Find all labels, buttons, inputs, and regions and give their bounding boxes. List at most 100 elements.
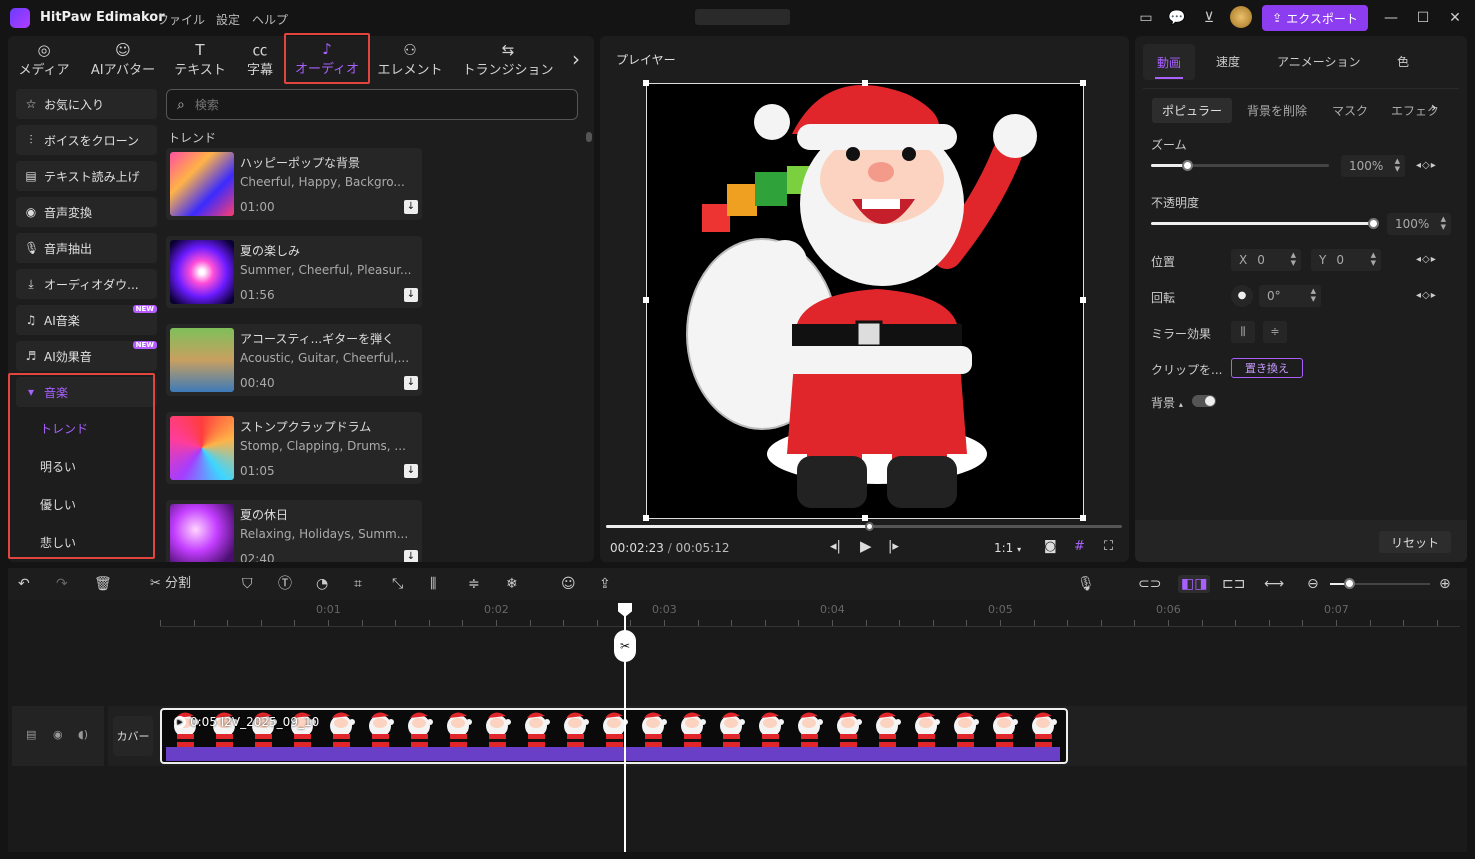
- resize-handle[interactable]: [643, 515, 649, 521]
- replace-button[interactable]: 置き換え: [1231, 358, 1303, 378]
- search-input[interactable]: [194, 97, 555, 112]
- tab-subtitle[interactable]: ㏄字幕: [242, 36, 278, 82]
- grid-icon[interactable]: #: [1074, 539, 1085, 554]
- menu-help[interactable]: ヘルプ: [252, 11, 288, 28]
- feedback-icon[interactable]: 💬: [1167, 8, 1187, 28]
- rotation-dial-icon[interactable]: ●: [1231, 285, 1253, 307]
- resize-handle[interactable]: [1080, 297, 1086, 303]
- tabs-next-icon[interactable]: ›: [564, 36, 588, 82]
- tab-speed[interactable]: 速度: [1216, 53, 1240, 70]
- fullscreen-icon[interactable]: ⛶: [1104, 539, 1113, 554]
- snapshot-icon[interactable]: ◙: [1044, 539, 1057, 554]
- mirror-horizontal-icon[interactable]: ⫼: [1231, 321, 1255, 343]
- download-icon[interactable]: ↓: [404, 550, 418, 562]
- snap-icon[interactable]: ◧◨: [1178, 575, 1211, 593]
- subtab-remove-bg[interactable]: 背景を削除: [1247, 102, 1307, 119]
- tab-animation[interactable]: アニメーション: [1277, 53, 1361, 70]
- resize-handle[interactable]: [862, 80, 868, 86]
- mirror-icon[interactable]: ⫼: [430, 575, 436, 593]
- split-button[interactable]: ✂ 分割: [150, 575, 191, 593]
- timeline-zoom-knob[interactable]: [1344, 578, 1355, 589]
- shield-icon[interactable]: ⛉: [242, 575, 253, 593]
- track-visibility-icon[interactable]: ◉: [53, 728, 63, 741]
- progress-knob[interactable]: [865, 522, 875, 531]
- clip-audio-bar[interactable]: [166, 747, 1060, 761]
- track-card[interactable]: 夏の休日 Relaxing, Holidays, Summ... 02:40 ↓: [166, 500, 422, 562]
- playhead-scissors-icon[interactable]: ✂: [614, 630, 636, 662]
- upload-icon[interactable]: ⇪: [599, 575, 611, 593]
- redo-icon[interactable]: ↷: [56, 575, 68, 593]
- download-icon[interactable]: ↓: [404, 288, 418, 302]
- track-card[interactable]: アコースティ...ギターを弾く Acoustic, Guitar, Cheerf…: [166, 324, 422, 396]
- sidebar-item-favorites[interactable]: ☆ お気に入り: [16, 89, 157, 119]
- reset-button[interactable]: リセット: [1379, 531, 1451, 553]
- resize-handle[interactable]: [643, 80, 649, 86]
- track-card[interactable]: 夏の楽しみ Summer, Cheerful, Pleasur... 01:56…: [166, 236, 422, 308]
- undo-icon[interactable]: ↶: [18, 575, 30, 593]
- scrollbar[interactable]: [586, 132, 592, 142]
- sidebar-item-tts[interactable]: ▤ テキスト読み上げ: [16, 161, 157, 191]
- position-x-input[interactable]: X 0 ▲ ▼: [1231, 249, 1301, 271]
- keyframe-icon[interactable]: ◂◇▸: [1416, 290, 1437, 301]
- spinner-icon[interactable]: ▲ ▼: [1291, 251, 1296, 267]
- prev-frame-icon[interactable]: ◂|: [830, 539, 841, 554]
- menu-file[interactable]: ファイル: [157, 11, 205, 28]
- close-icon[interactable]: ✕: [1445, 8, 1465, 28]
- play-icon[interactable]: ▶: [860, 537, 872, 555]
- user-avatar[interactable]: [1230, 6, 1252, 28]
- resize-handle[interactable]: [1080, 80, 1086, 86]
- zoom-slider-knob[interactable]: [1181, 160, 1193, 171]
- download-icon[interactable]: ⊻: [1199, 8, 1219, 28]
- fit-icon[interactable]: ⟷: [1264, 575, 1284, 593]
- track-lock-icon[interactable]: ▤: [26, 728, 36, 741]
- record-mic-icon[interactable]: 🎙: [1077, 575, 1095, 593]
- tab-audio[interactable]: ♪ オーディオ: [284, 33, 370, 84]
- zoom-input[interactable]: 100% ▲ ▼: [1341, 155, 1405, 177]
- delete-icon[interactable]: 🗑: [94, 575, 112, 593]
- preview-canvas[interactable]: [643, 80, 1086, 521]
- position-y-input[interactable]: Y 0 ▲ ▼: [1311, 249, 1381, 271]
- sidebar-item-audio-download[interactable]: ⤓ オーディオダウ...: [16, 269, 157, 299]
- minimize-icon[interactable]: —: [1381, 8, 1401, 28]
- link-icon[interactable]: ⊂⊃: [1138, 575, 1161, 593]
- time-ruler[interactable]: [108, 600, 1467, 628]
- spinner-icon[interactable]: ▲ ▼: [1441, 215, 1446, 231]
- tab-text[interactable]: T テキスト: [170, 36, 230, 82]
- sidebar-item-voice-extract[interactable]: 🎙 音声抽出: [16, 233, 157, 263]
- freeze-icon[interactable]: ❄: [506, 575, 518, 593]
- track-card[interactable]: ハッピーポップな背景 Cheerful, Happy, Backgro... 0…: [166, 148, 422, 220]
- flip-icon[interactable]: ≑: [468, 575, 480, 593]
- cover-button[interactable]: カバー: [113, 716, 153, 756]
- download-icon[interactable]: ↓: [404, 200, 418, 214]
- search-box[interactable]: ⌕: [166, 89, 578, 120]
- opacity-input[interactable]: 100% ▲ ▼: [1387, 213, 1451, 235]
- spinner-icon[interactable]: ▲ ▼: [1311, 287, 1316, 303]
- resize-icon[interactable]: ⤡: [392, 575, 403, 593]
- spinner-icon[interactable]: ▲ ▼: [1395, 157, 1400, 173]
- text-box-icon[interactable]: Ⓣ: [278, 575, 292, 593]
- resize-handle[interactable]: [862, 515, 868, 521]
- zoom-out-icon[interactable]: ⊖: [1307, 575, 1319, 593]
- export-button[interactable]: ⇪ エクスポート: [1262, 5, 1368, 31]
- menu-settings[interactable]: 設定: [216, 11, 240, 28]
- tab-element[interactable]: ⚇ エレメント: [376, 36, 444, 82]
- sidebar-item-voice-change[interactable]: ◉ 音声変換: [16, 197, 157, 227]
- speed-icon[interactable]: ◔: [316, 575, 328, 593]
- maximize-icon[interactable]: ☐: [1413, 8, 1433, 28]
- tab-media[interactable]: ◎ メディア: [12, 36, 76, 82]
- crop-icon[interactable]: ⌗: [354, 575, 362, 593]
- tab-transition[interactable]: ⇆ トランジション: [460, 36, 556, 82]
- layout-icon[interactable]: ▭: [1136, 8, 1156, 28]
- rotation-input[interactable]: 0° ▲ ▼: [1259, 285, 1321, 307]
- aspect-ratio-select[interactable]: 1:1 ▾: [994, 541, 1021, 555]
- subtab-mask[interactable]: マスク: [1332, 102, 1368, 119]
- resize-handle[interactable]: [1080, 515, 1086, 521]
- tab-video-label[interactable]: 動画: [1157, 54, 1181, 71]
- tab-ai-avatar[interactable]: ☺ AIアバター: [86, 36, 160, 82]
- mirror-vertical-icon[interactable]: ≑: [1263, 321, 1287, 343]
- sidebar-item-ai-music[interactable]: ♫ AI音楽 NEW: [16, 305, 157, 335]
- keyframe-icon[interactable]: ◂◇▸: [1416, 160, 1437, 171]
- split-track-icon[interactable]: ⊏⊐: [1222, 575, 1245, 593]
- next-frame-icon[interactable]: |▸: [888, 539, 899, 554]
- resize-handle[interactable]: [643, 297, 649, 303]
